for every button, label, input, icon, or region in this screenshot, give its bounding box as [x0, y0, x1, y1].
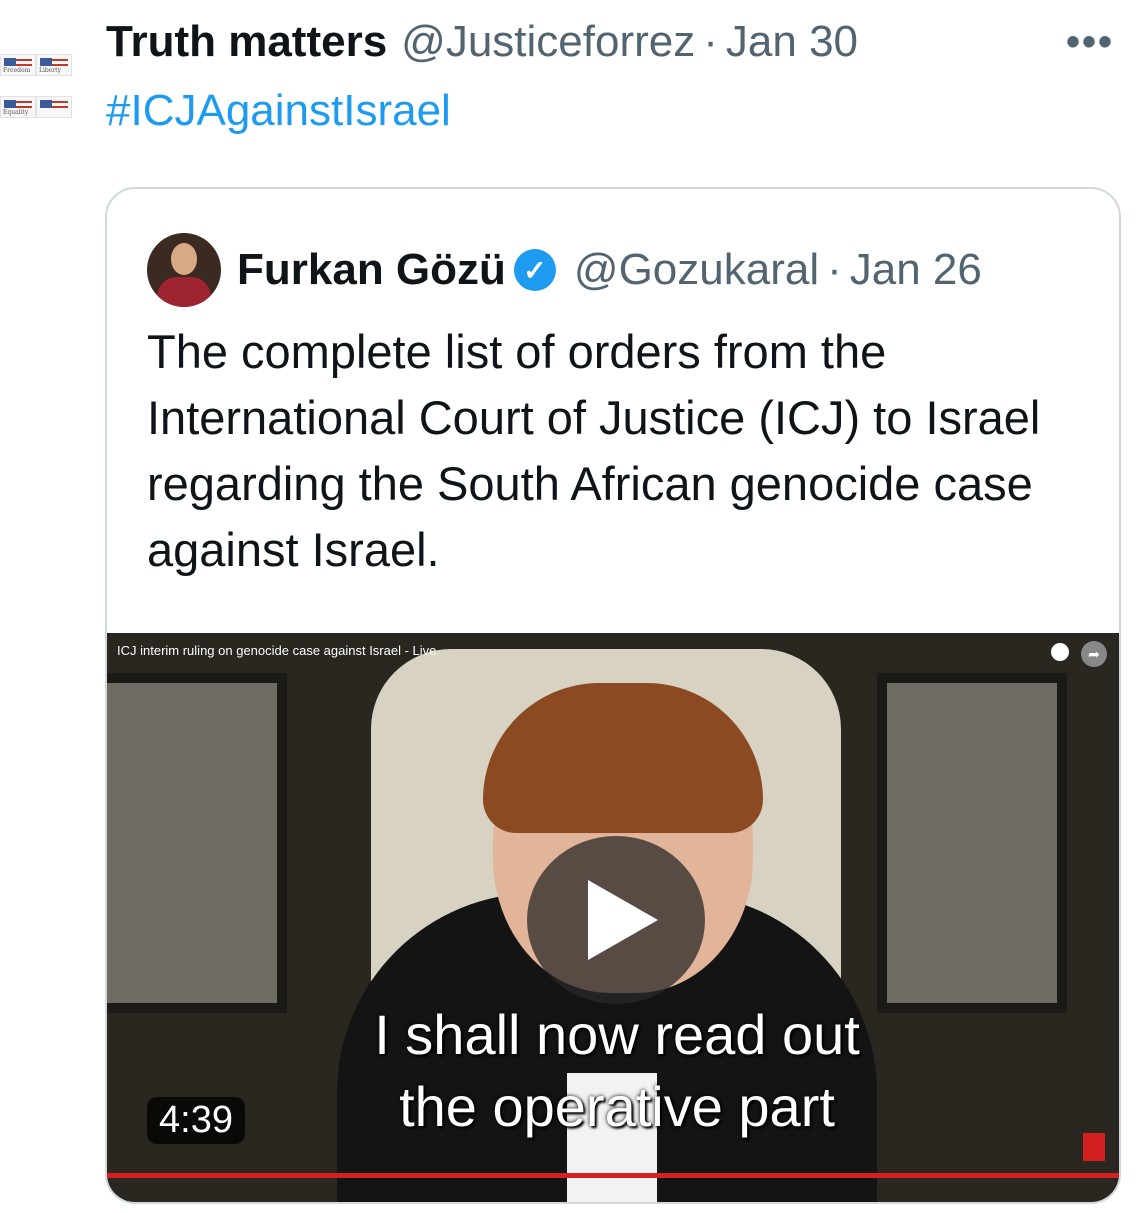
video-subtitle: I shall now read out the operative part — [337, 999, 897, 1143]
quoted-author-name[interactable]: Furkan Gözü — [237, 245, 506, 295]
quoted-tweet-card[interactable]: Furkan Gözü ✓ @Gozukaral · Jan 26 The co… — [105, 187, 1121, 1204]
quoted-tweet-header: Furkan Gözü ✓ @Gozukaral · Jan 26 — [147, 233, 982, 307]
video-progress-bar[interactable] — [107, 1173, 1119, 1178]
tweet-header: Truth matters @Justiceforrez · Jan 30 — [106, 14, 858, 70]
avatar-stamp: Equality — [0, 96, 36, 118]
video-duration: 4:39 — [147, 1097, 245, 1144]
share-icon[interactable]: ➦ — [1081, 641, 1107, 667]
quoted-tweet-date[interactable]: Jan 26 — [850, 245, 982, 295]
avatar-stamp: Liberty — [36, 54, 72, 76]
more-options-icon[interactable]: ••• — [1066, 20, 1114, 65]
author-avatar[interactable]: Freedom Liberty Equality — [0, 48, 80, 148]
youtube-logo-icon — [1083, 1133, 1105, 1161]
author-handle[interactable]: @Justiceforrez — [401, 17, 695, 67]
quoted-author-handle[interactable]: @Gozukaral — [574, 245, 819, 295]
separator-dot: · — [703, 17, 718, 66]
subtitle-line: I shall now read out — [374, 1003, 860, 1066]
background-window — [107, 673, 287, 1013]
hashtag-link[interactable]: #ICJAgainstIsrael — [106, 86, 451, 136]
author-name[interactable]: Truth matters — [106, 17, 387, 67]
quoted-tweet-text: The complete list of orders from the Int… — [147, 325, 1041, 576]
tweet-date[interactable]: Jan 30 — [726, 17, 858, 67]
play-icon — [588, 880, 658, 960]
video-title: ICJ interim ruling on genocide case agai… — [117, 643, 437, 658]
avatar-stamp: Freedom — [0, 54, 36, 76]
separator-dot: · — [827, 245, 842, 294]
subtitle-line: the operative part — [399, 1075, 835, 1138]
quoted-author-avatar[interactable] — [147, 233, 221, 307]
play-button[interactable] — [527, 836, 705, 1004]
watch-later-icon[interactable] — [1051, 643, 1069, 661]
verified-badge-icon: ✓ — [513, 249, 556, 291]
avatar-stamp — [36, 96, 72, 118]
background-window — [877, 673, 1067, 1013]
video-player[interactable]: ICJ interim ruling on genocide case agai… — [107, 633, 1119, 1202]
